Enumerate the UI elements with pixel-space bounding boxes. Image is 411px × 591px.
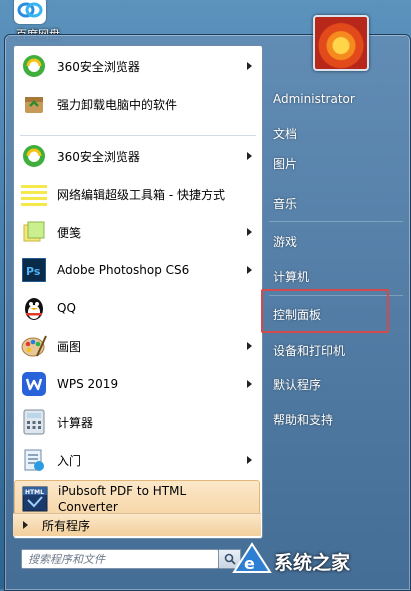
program-item-calculator[interactable]: 计算器 — [14, 404, 262, 440]
right-item-help-support[interactable]: 帮助和支持 — [273, 406, 401, 432]
watermark-logo-icon: e — [232, 542, 272, 573]
360-browser-icon — [21, 143, 47, 169]
program-item-qq[interactable]: QQ — [14, 290, 262, 326]
right-item-default-programs[interactable]: 默认程序 — [273, 371, 401, 397]
baidu-netdisk-icon — [14, 0, 46, 24]
right-item-label: 帮助和支持 — [273, 412, 334, 427]
submenu-arrow-icon[interactable] — [247, 228, 252, 236]
search-input[interactable]: 搜索程序和文件 — [21, 549, 219, 569]
program-item-uninstall[interactable]: 强力卸载电脑中的软件 — [14, 86, 262, 122]
360-browser-icon — [21, 53, 47, 79]
program-item-360-browser[interactable]: 360安全浏览器 — [14, 138, 262, 174]
program-label: 网络编辑超级工具箱 - 快捷方式 — [57, 187, 225, 202]
right-item-pictures[interactable]: 图片 — [273, 150, 401, 176]
right-item-devices-printers[interactable]: 设备和打印机 — [273, 337, 401, 363]
control-panel-highlight-box — [261, 289, 389, 333]
program-label: 强力卸载电脑中的软件 — [57, 97, 178, 112]
html-converter-icon: HTML — [22, 486, 48, 512]
sticky-notes-icon — [21, 219, 47, 245]
programs-pane: 360安全浏览器 强力卸载电脑中的软件 360安全浏览器 网络编辑超级工具箱 -… — [13, 45, 263, 539]
paint-icon — [21, 333, 47, 359]
right-item-label: Administrator — [273, 92, 355, 106]
program-label: 计算器 — [57, 415, 94, 430]
user-picture-flower[interactable] — [313, 15, 369, 71]
calculator-icon — [21, 409, 47, 435]
right-item-label: 计算机 — [273, 269, 310, 284]
right-item-label: 设备和打印机 — [273, 343, 346, 358]
program-label: 入门 — [57, 453, 82, 468]
submenu-arrow-icon[interactable] — [247, 62, 252, 70]
divider — [20, 135, 256, 136]
right-item-administrator[interactable]: Administrator — [273, 86, 401, 112]
program-item-photoshop[interactable]: Ps Adobe Photoshop CS6 — [14, 252, 262, 288]
photoshop-icon: Ps — [21, 257, 47, 283]
submenu-arrow-icon[interactable] — [247, 152, 252, 160]
expand-arrow-icon — [23, 521, 28, 529]
svg-text:HTML: HTML — [25, 489, 44, 496]
right-item-documents[interactable]: 文档 — [273, 120, 401, 146]
start-menu: 360安全浏览器 强力卸载电脑中的软件 360安全浏览器 网络编辑超级工具箱 -… — [4, 15, 411, 591]
program-item-360-browser-pinned[interactable]: 360安全浏览器 — [14, 48, 262, 84]
svg-text:e: e — [244, 554, 255, 573]
program-label: Adobe Photoshop CS6 — [57, 263, 190, 277]
program-label: QQ — [57, 301, 76, 315]
right-item-computer[interactable]: 计算机 — [273, 263, 401, 289]
program-item-paint[interactable]: 画图 — [14, 328, 262, 364]
right-item-music[interactable]: 音乐 — [273, 190, 401, 216]
program-label: 画图 — [57, 339, 82, 354]
submenu-arrow-icon[interactable] — [247, 456, 252, 464]
program-item-toolbox[interactable]: 网络编辑超级工具箱 - 快捷方式 — [14, 176, 262, 212]
program-item-wps[interactable]: WPS 2019 — [14, 366, 262, 402]
right-item-label: 图片 — [273, 156, 298, 171]
wps-icon — [21, 371, 47, 397]
submenu-arrow-icon[interactable] — [247, 266, 252, 274]
right-item-label: 文档 — [273, 126, 298, 141]
getting-started-icon — [21, 447, 47, 473]
right-item-label: 音乐 — [273, 196, 298, 211]
program-label: 便笺 — [57, 225, 82, 240]
submenu-arrow-icon[interactable] — [247, 380, 252, 388]
program-item-getting-started[interactable]: 入门 — [14, 442, 262, 478]
submenu-arrow-icon[interactable] — [247, 342, 252, 350]
right-item-games[interactable]: 游戏 — [273, 228, 401, 254]
qq-penguin-icon — [21, 295, 47, 321]
program-label: WPS 2019 — [57, 377, 119, 391]
svg-text:Ps: Ps — [26, 265, 41, 278]
right-item-label: 默认程序 — [273, 377, 322, 392]
watermark-text: 系统之家 — [274, 552, 351, 574]
all-programs-label: 所有程序 — [42, 518, 91, 533]
right-item-label: 游戏 — [273, 234, 298, 249]
program-label: 360安全浏览器 — [57, 149, 140, 164]
notepad-icon — [21, 181, 47, 207]
uninstall-icon — [21, 91, 47, 117]
program-item-sticky-notes[interactable]: 便笺 — [14, 214, 262, 250]
divider — [269, 221, 403, 222]
watermark: e 系统之家 — [222, 536, 411, 586]
all-programs-button[interactable]: 所有程序 — [13, 513, 261, 536]
program-label: iPubsoft PDF to HTML Converter — [58, 484, 187, 514]
program-label: 360安全浏览器 — [57, 59, 140, 74]
